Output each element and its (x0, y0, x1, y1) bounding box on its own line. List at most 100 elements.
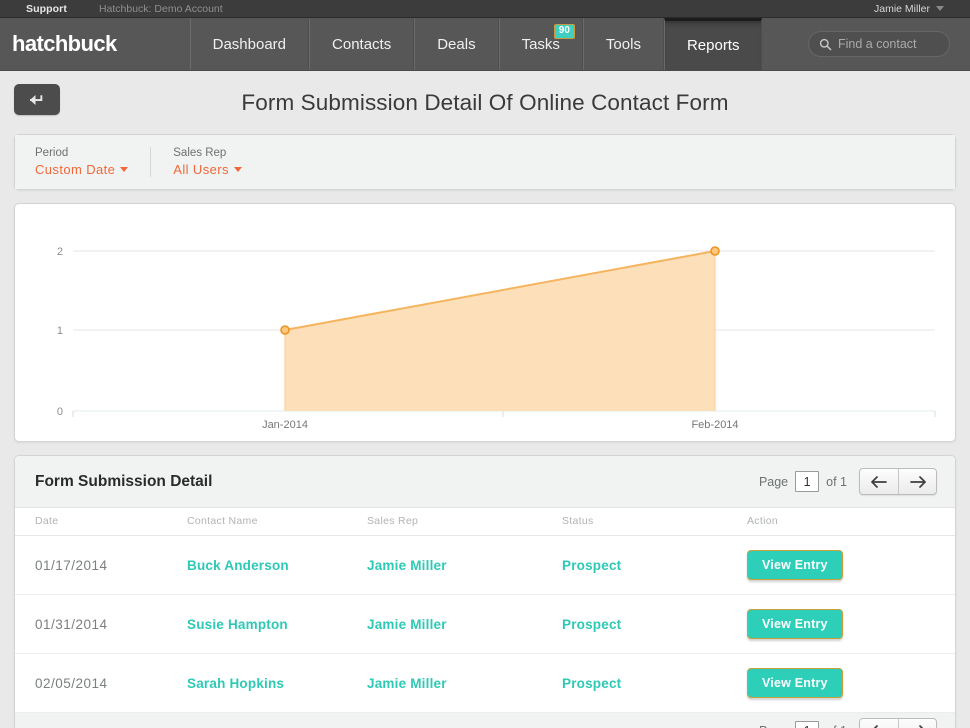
table-head-row-group: Date Contact Name Sales Rep Status Actio… (15, 508, 955, 536)
ytick-label-2: 2 (57, 246, 63, 258)
cell-rep: Jamie Miller (367, 594, 562, 654)
cell-status: Prospect (562, 653, 747, 713)
nav-label-contacts: Contacts (332, 35, 392, 53)
nav-item-dashboard[interactable]: Dashboard (189, 18, 310, 70)
column-header-contact[interactable]: Contact Name (187, 508, 367, 536)
nav-label-reports: Reports (686, 37, 740, 54)
user-name-label: Jamie Miller (873, 2, 930, 15)
cell-contact: Sarah Hopkins (187, 653, 367, 713)
filter-period-value: Custom Date (35, 162, 116, 177)
pager-prev-button[interactable] (860, 469, 898, 494)
contact-link[interactable]: Sarah Hopkins (187, 676, 284, 691)
sales-rep-link[interactable]: Jamie Miller (367, 617, 447, 632)
pager-buttons (859, 717, 937, 728)
account-name: Hatchbuck: Demo Account (98, 2, 223, 15)
table-footer-bar: Page of 1 (15, 713, 955, 728)
pager-top: Page of 1 (759, 468, 937, 495)
nav-label-tools: Tools (605, 35, 641, 53)
contact-link[interactable]: Susie Hampton (187, 617, 288, 632)
filter-period-dropdown[interactable]: Custom Date (35, 162, 129, 177)
column-header-rep[interactable]: Sales Rep (367, 508, 562, 536)
cell-status: Prospect (562, 535, 747, 595)
cell-date: 01/17/2014 (15, 535, 187, 595)
view-entry-button[interactable]: View Entry (747, 668, 843, 698)
table-title: Form Submission Detail (35, 472, 213, 490)
table-row[interactable]: 02/05/2014 Sarah Hopkins Jamie Miller Pr… (15, 653, 955, 713)
table-row[interactable]: 01/31/2014 Susie Hampton Jamie Miller Pr… (15, 594, 955, 654)
xtick-label-jan-2014: Jan-2014 (262, 419, 308, 431)
filter-salesrep-label: Sales Rep (173, 147, 227, 159)
sales-rep-link[interactable]: Jamie Miller (367, 676, 447, 691)
arrow-left-icon (870, 475, 887, 488)
data-point-jan-2014[interactable] (280, 325, 290, 335)
search-wrapper: Find a contact (808, 31, 950, 57)
search-box[interactable]: Find a contact (808, 31, 950, 57)
filter-card: Period Custom Date Sales Rep All Users (14, 134, 956, 190)
pager-prev-button[interactable] (860, 719, 898, 728)
chevron-down-icon (120, 167, 129, 172)
utility-bar: Support Hatchbuck: Demo Account Jamie Mi… (0, 0, 970, 18)
form-submission-table-card: Form Submission Detail Page of 1 (14, 455, 956, 728)
cell-action: View Entry (747, 653, 955, 713)
table-row[interactable]: 01/17/2014 Buck Anderson Jamie Miller Pr… (15, 535, 955, 595)
nav-item-contacts[interactable]: Contacts (309, 18, 415, 70)
column-header-status[interactable]: Status (562, 508, 747, 536)
filter-period-label: Period (35, 147, 69, 159)
view-entry-button[interactable]: View Entry (747, 550, 843, 580)
page-title: Form Submission Detail Of Online Contact… (241, 89, 729, 115)
tasks-count-badge: 90 (553, 24, 575, 39)
filter-salesrep-dropdown[interactable]: All Users (173, 162, 242, 177)
user-menu[interactable]: Jamie Miller (874, 3, 944, 15)
table-header-bar: Form Submission Detail Page of 1 (15, 456, 955, 508)
nav-label-deals: Deals (437, 35, 476, 53)
table-header-row: Date Contact Name Sales Rep Status Actio… (15, 508, 955, 536)
pager-of-label: of 1 (826, 474, 847, 489)
nav-item-reports[interactable]: Reports (663, 18, 763, 70)
sales-rep-link[interactable]: Jamie Miller (367, 558, 447, 573)
chevron-down-icon (233, 167, 242, 172)
pager-page-label: Page (758, 474, 789, 489)
column-header-action: Action (747, 508, 955, 536)
hatchbuck-logo[interactable]: hatchbuck (12, 18, 117, 70)
cell-date: 01/31/2014 (15, 594, 187, 654)
column-header-date[interactable]: Date (15, 508, 187, 536)
form-submission-table: Date Contact Name Sales Rep Status Actio… (15, 508, 955, 713)
cell-date: 02/05/2014 (15, 653, 187, 713)
table-body: 01/17/2014 Buck Anderson Jamie Miller Pr… (15, 535, 955, 713)
nav-label-dashboard: Dashboard (212, 35, 287, 53)
pager-buttons (859, 468, 937, 495)
back-button[interactable] (14, 84, 60, 115)
pager-page-label: Page (759, 724, 788, 728)
filter-salesrep: Sales Rep All Users (150, 147, 264, 177)
pager-of-label: of 1 (826, 724, 847, 728)
ytick-label-0: 0 (57, 406, 63, 418)
cell-contact: Susie Hampton (187, 594, 367, 654)
pager-next-button[interactable] (898, 718, 936, 728)
pager-bottom: Page of 1 (759, 717, 937, 728)
cell-contact: Buck Anderson (187, 535, 367, 595)
support-link[interactable]: Support (26, 3, 67, 15)
filter-salesrep-value: All Users (173, 162, 229, 177)
arrow-right-icon (910, 475, 926, 488)
nav-item-tasks[interactable]: Tasks 90 (498, 18, 583, 70)
pager-next-button[interactable] (898, 469, 936, 494)
pager-page-input[interactable] (795, 720, 820, 728)
nav-item-deals[interactable]: Deals (414, 18, 499, 70)
cell-action: View Entry (747, 535, 955, 595)
view-entry-button[interactable]: View Entry (747, 609, 843, 639)
main-navbar: hatchbuck Dashboard Contacts Deals Tasks… (0, 18, 970, 71)
pager-page-input[interactable] (795, 471, 820, 492)
nav-items: Dashboard Contacts Deals Tasks 90 Tools … (189, 18, 763, 70)
data-point-feb-2014[interactable] (710, 246, 720, 256)
nav-item-tools[interactable]: Tools (582, 18, 664, 70)
ytick-label-1: 1 (57, 325, 63, 337)
cell-status: Prospect (562, 594, 747, 654)
cell-rep: Jamie Miller (367, 653, 562, 713)
contact-link[interactable]: Buck Anderson (187, 558, 289, 573)
area-fill (285, 251, 715, 411)
page-header: Form Submission Detail Of Online Contact… (0, 71, 970, 134)
xtick-label-feb-2014: Feb-2014 (691, 419, 738, 431)
chevron-down-icon (936, 6, 944, 11)
search-icon (819, 38, 832, 50)
arrow-back-icon (30, 94, 43, 105)
